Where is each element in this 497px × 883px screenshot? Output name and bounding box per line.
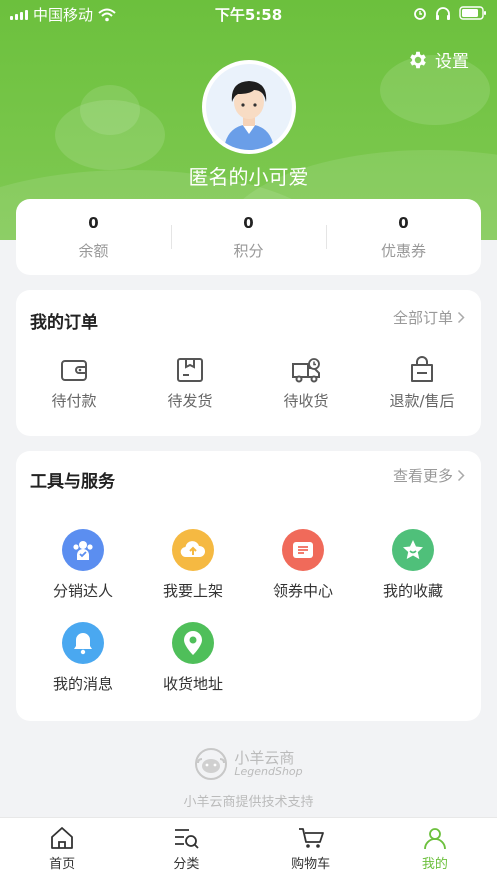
tool-label: 我的消息 [52, 675, 113, 693]
bottom-tab-bar: 首页 分类 购物车 我的 [0, 817, 497, 883]
delivery-truck-icon [292, 358, 320, 383]
cart-icon [298, 828, 324, 848]
sheep-logo-icon [195, 748, 228, 780]
order-label: 待发货 [167, 392, 213, 410]
order-label: 退款/售后 [389, 392, 455, 410]
battery-icon [459, 6, 486, 20]
stat-label: 积分 [233, 241, 264, 260]
tool-label: 我要上架 [162, 582, 223, 600]
settings-button[interactable]: 设置 [407, 47, 469, 72]
tab-label: 我的 [421, 857, 448, 872]
stat-coupons[interactable]: 0 优惠券 [326, 199, 481, 275]
my-orders-card: 我的订单 全部订单 待付款 待发货 待收货 退款/售后 [16, 290, 481, 436]
orders-title: 我的订单 [30, 313, 98, 333]
gear-icon [410, 51, 426, 68]
chevron-right-icon [457, 311, 465, 324]
tab-home[interactable]: 首页 [0, 818, 124, 883]
tool-label: 收货地址 [162, 675, 223, 693]
order-pending-receipt[interactable]: 待收货 [256, 356, 356, 411]
view-more-label: 查看更多 [392, 467, 453, 485]
stat-label: 余额 [78, 241, 109, 260]
tool-label: 分销达人 [52, 582, 113, 600]
bell-icon [62, 622, 104, 664]
view-more-link[interactable]: 查看更多 [393, 465, 465, 486]
distributor-icon [62, 529, 104, 571]
tab-cart[interactable]: 购物车 [249, 818, 373, 883]
stat-label: 优惠券 [380, 241, 426, 260]
all-orders-label: 全部订单 [392, 309, 453, 327]
tools-services-card: 工具与服务 查看更多 分销达人 我要上架 领券中心 我的收藏 我的消息 收货地址 [16, 451, 481, 721]
alarm-icon [414, 8, 426, 20]
order-pending-payment[interactable]: 待付款 [24, 356, 124, 411]
stat-points[interactable]: 0 积分 [171, 199, 326, 275]
stat-value: 0 [398, 213, 409, 232]
category-icon [175, 829, 200, 849]
tool-upload-product[interactable]: 我要上架 [138, 529, 248, 601]
status-bar: 中国移动 下午5:58 [0, 0, 497, 28]
stat-value: 0 [243, 213, 254, 232]
tool-label: 我的收藏 [382, 582, 443, 600]
order-label: 待收货 [283, 392, 329, 410]
settings-label: 设置 [435, 52, 469, 72]
wallet-icon [61, 360, 87, 381]
tool-shipping-address[interactable]: 收货地址 [138, 622, 248, 694]
home-icon [51, 827, 74, 849]
coupon-icon [282, 529, 324, 571]
order-pending-shipment[interactable]: 待发货 [140, 356, 240, 411]
order-label: 待付款 [51, 392, 97, 410]
user-avatar-icon [206, 64, 292, 150]
tab-category[interactable]: 分类 [124, 818, 248, 883]
tab-profile[interactable]: 我的 [373, 818, 497, 883]
stat-value: 0 [88, 213, 99, 232]
order-refund-aftersale[interactable]: 退款/售后 [372, 356, 472, 411]
tech-support-text: 小羊云商提供技术支持 [183, 795, 314, 810]
brand-name-en: LegendShop [234, 765, 303, 779]
tab-label: 购物车 [291, 857, 331, 872]
location-pin-icon [172, 622, 214, 664]
headphones-icon [436, 7, 450, 20]
tool-favorites[interactable]: 我的收藏 [358, 529, 468, 601]
brand-logo: 小羊云商 LegendShop [0, 747, 497, 781]
stat-balance[interactable]: 0 余额 [16, 199, 171, 275]
tool-label: 领券中心 [272, 582, 333, 600]
username: 匿名的小可爱 [188, 165, 309, 189]
tab-label: 分类 [173, 857, 200, 872]
status-icons [413, 6, 487, 20]
brand-text: 小羊云商 LegendShop [234, 750, 302, 779]
tab-label: 首页 [49, 857, 76, 872]
tool-distributor[interactable]: 分销达人 [28, 529, 138, 601]
avatar[interactable] [202, 60, 296, 154]
tool-coupon-center[interactable]: 领券中心 [248, 529, 358, 601]
star-icon [392, 529, 434, 571]
account-stats-card: 0 余额 0 积分 0 优惠券 [16, 199, 481, 275]
brand-name-cn: 小羊云商 [234, 748, 295, 767]
package-icon [177, 358, 203, 382]
cloud-decoration [80, 85, 140, 135]
upload-cloud-icon [172, 529, 214, 571]
tools-title: 工具与服务 [30, 472, 115, 492]
refund-bag-icon [411, 356, 433, 382]
tool-messages[interactable]: 我的消息 [28, 622, 138, 694]
all-orders-link[interactable]: 全部订单 [393, 307, 465, 328]
chevron-right-icon [457, 469, 465, 482]
profile-icon [423, 828, 446, 850]
